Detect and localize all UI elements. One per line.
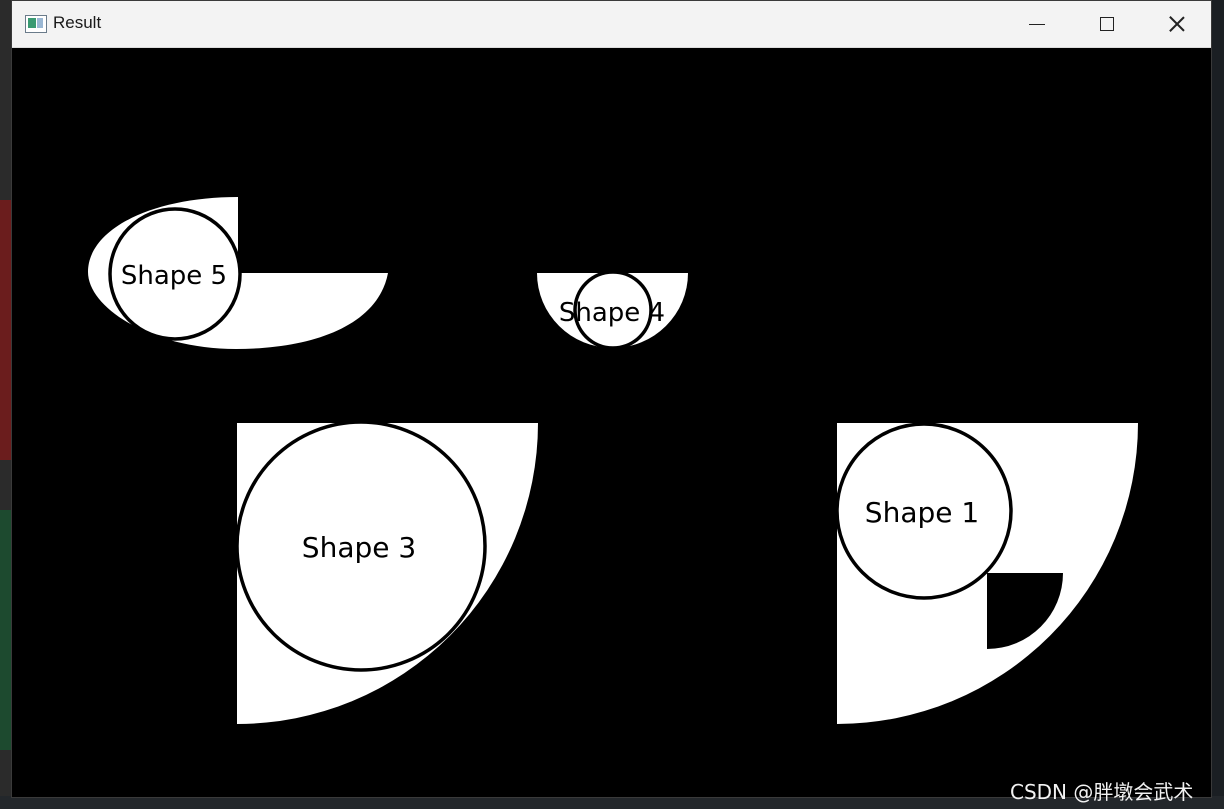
watermark: CSDN @胖墩会武术: [1010, 780, 1194, 804]
app-icon: [25, 15, 47, 33]
minimize-icon: [1029, 23, 1045, 25]
maximize-icon: [1100, 17, 1114, 31]
shape-1-label: Shape 1: [865, 496, 979, 529]
window-title: Result: [53, 13, 102, 32]
title-bar[interactable]: Result: [12, 1, 1211, 48]
shapes-drawing: Shape 5 Shape 4 Shape 3 Shape 1: [12, 48, 1211, 797]
shape-5-label: Shape 5: [121, 261, 227, 291]
close-button[interactable]: [1142, 1, 1212, 47]
ide-diff-highlight: [0, 510, 12, 750]
shape-3-label: Shape 3: [302, 531, 416, 564]
result-window: Result Shape 5 Shape 4 Shape 3 Shape 1: [12, 1, 1211, 797]
minimize-button[interactable]: [1002, 1, 1072, 47]
image-canvas: Shape 5 Shape 4 Shape 3 Shape 1: [12, 48, 1211, 797]
close-icon: [1168, 15, 1186, 33]
maximize-button[interactable]: [1072, 1, 1142, 47]
shape-4-label: Shape 4: [559, 298, 665, 328]
ide-right-panel: [1210, 0, 1224, 809]
ide-error-highlight: [0, 200, 12, 460]
